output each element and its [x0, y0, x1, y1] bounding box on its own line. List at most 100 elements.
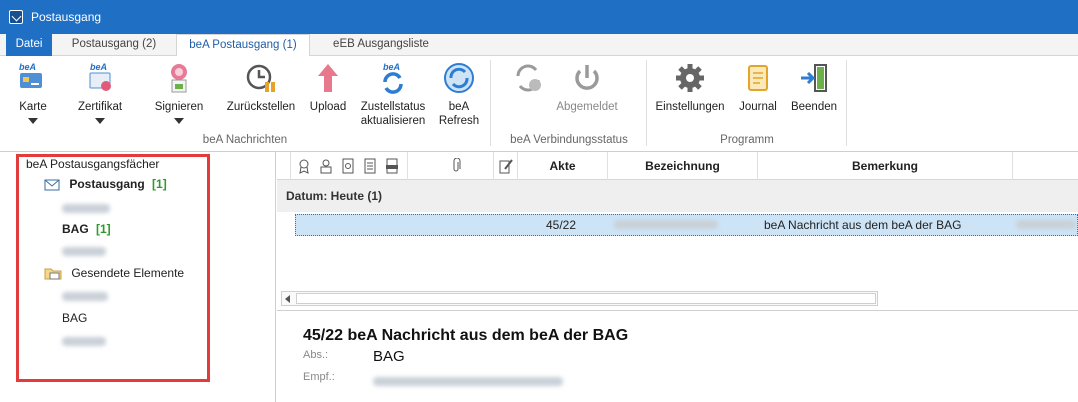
header-spacer — [277, 152, 291, 180]
zustellstatus-label-2: aktualisieren — [360, 115, 426, 127]
column-header-bemerkung[interactable]: Bemerkung — [758, 152, 1013, 180]
chevron-down-icon — [95, 118, 105, 124]
tree-item-redacted[interactable] — [62, 335, 106, 349]
sent-folder-icon — [44, 268, 62, 280]
svg-text:beA: beA — [383, 62, 400, 72]
beenden-button[interactable]: Beenden — [788, 60, 840, 114]
signieren-button[interactable]: Signieren — [150, 60, 208, 124]
grid-header: Akte Bezeichnung Bemerkung — [277, 152, 1078, 180]
pdf-icon[interactable] — [385, 158, 399, 174]
scroll-icon — [748, 65, 768, 91]
column-header-bezeichnung[interactable]: Bezeichnung — [608, 152, 758, 180]
scrollbar-thumb[interactable] — [296, 293, 876, 304]
message-preview: 45/22 beA Nachricht aus dem beA der BAG … — [277, 310, 1078, 402]
einstellungen-button[interactable]: Einstellungen — [652, 60, 728, 114]
window-title: Postausgang — [31, 10, 102, 24]
tree-item-bag[interactable]: BAG [1] — [62, 222, 111, 236]
zustellstatus-aktualisieren-button[interactable]: beA Zustellstatus aktualisieren — [356, 60, 430, 128]
cell-akte: 45/22 — [546, 218, 577, 232]
header-divider — [408, 152, 494, 180]
bea-card-icon: beA — [19, 62, 42, 88]
tree-item-count: [1] — [96, 222, 111, 236]
redacted-text — [62, 204, 110, 213]
tree-item-postausgang[interactable]: Postausgang [1] — [44, 177, 167, 191]
group-row-heute[interactable]: Datum: Heute (1) — [277, 180, 1078, 212]
outbox-envelope-icon — [44, 179, 60, 191]
chevron-down-icon — [174, 118, 184, 124]
power-icon — [575, 65, 599, 90]
svg-text:beA: beA — [90, 62, 107, 72]
group-label-bea-nachrichten: beA Nachrichten — [202, 134, 288, 146]
preview-abs-label: Abs.: — [303, 349, 329, 361]
mailbox-tree-pane: beA Postausgangsfächer Postausgang [1] B… — [0, 152, 276, 402]
ribbon-separator — [646, 60, 647, 146]
bea-refresh-button[interactable]: beA Refresh — [436, 60, 482, 128]
horizontal-scrollbar[interactable] — [281, 291, 878, 306]
tab-postausgang[interactable]: Postausgang (2) — [58, 34, 170, 56]
header-divider — [494, 152, 518, 180]
zertifikat-label: Zertifikat — [77, 101, 123, 113]
group-label-programm: Programm — [720, 134, 774, 146]
zurueckstellen-label: Zurückstellen — [226, 101, 296, 113]
signieren-label: Signieren — [154, 101, 204, 113]
tree-item-label: Gesendete Elemente — [71, 266, 185, 280]
upload-arrow-icon — [318, 64, 338, 92]
signature-icon — [171, 64, 187, 93]
zurueckstellen-button[interactable]: Zurückstellen — [222, 60, 300, 114]
karte-label: Karte — [19, 101, 47, 113]
zustellstatus-label-1: Zustellstatus — [360, 101, 426, 113]
cell-bemerkung: beA Nachricht aus dem beA der BAG — [764, 218, 962, 232]
tree-item-redacted[interactable] — [62, 202, 110, 216]
certificate-column-icon[interactable] — [297, 158, 311, 174]
table-row[interactable]: 45/22 beA Nachricht aus dem beA der BAG — [295, 214, 1078, 236]
beenden-label: Beenden — [790, 101, 838, 113]
einstellungen-label: Einstellungen — [655, 101, 725, 113]
bea-certificate-icon: beA — [89, 62, 111, 91]
scroll-left-icon[interactable] — [285, 295, 290, 303]
connection-sync-button — [500, 60, 556, 100]
document-icon[interactable] — [363, 158, 377, 174]
preview-subject: 45/22 beA Nachricht aus dem beA der BAG — [303, 327, 629, 344]
abgemeldet-button: Abgemeldet — [552, 60, 622, 114]
column-header-akte[interactable]: Akte — [518, 152, 608, 180]
bea-refresh-label-2: Refresh — [438, 115, 480, 127]
upload-label: Upload — [309, 101, 347, 113]
tree-item-bag-sent[interactable]: BAG — [62, 311, 87, 325]
journal-label: Journal — [739, 101, 777, 113]
upload-button[interactable]: Upload — [306, 60, 350, 114]
tree-item-redacted[interactable] — [62, 245, 106, 259]
tree-item-label: Postausgang — [69, 177, 145, 191]
verify-document-icon[interactable] — [341, 158, 355, 174]
ribbon-separator — [846, 60, 847, 146]
clock-pause-icon — [246, 64, 275, 92]
preview-empf-redacted — [373, 373, 563, 390]
group-label-bea-verbindungsstatus: beA Verbindungsstatus — [510, 134, 628, 146]
bea-refresh-label-1: beA — [448, 101, 470, 113]
ribbon-separator — [490, 60, 491, 146]
app-icon — [9, 10, 23, 24]
redacted-text — [62, 292, 108, 301]
message-grid: Akte Bezeichnung Bemerkung Datum: Heute … — [277, 152, 1078, 308]
zertifikat-button[interactable]: beA Zertifikat — [70, 60, 130, 124]
tree-item-label: BAG — [62, 311, 88, 325]
redacted-text — [62, 247, 106, 256]
connection-sync-icon — [516, 64, 541, 92]
exit-door-icon — [801, 64, 827, 92]
tab-eeb-ausgangsliste[interactable]: eEB Ausgangsliste — [316, 34, 446, 56]
ribbon-tabs: Datei Postausgang (2) beA Postausgang (1… — [0, 34, 1078, 57]
karte-button[interactable]: beA Karte — [10, 60, 56, 124]
redacted-text — [62, 337, 106, 346]
journal-button[interactable]: Journal — [734, 60, 782, 114]
tab-file[interactable]: Datei — [6, 34, 52, 56]
tree-item-gesendete-elemente[interactable]: Gesendete Elemente — [44, 266, 184, 280]
gear-icon — [676, 64, 704, 92]
tree-root-label: beA Postausgangsfächer — [26, 157, 160, 171]
bea-refresh-status-icon: beA — [383, 62, 403, 94]
preview-abs-value: BAG — [373, 348, 405, 365]
title-bar: Postausgang — [0, 0, 1078, 34]
abgemeldet-label: Abgemeldet — [556, 101, 618, 113]
tab-bea-postausgang[interactable]: beA Postausgang (1) — [176, 34, 310, 57]
tree-item-redacted[interactable] — [62, 290, 108, 304]
signature-column-icon[interactable] — [319, 158, 333, 174]
tree-item-count: [1] — [152, 177, 167, 191]
